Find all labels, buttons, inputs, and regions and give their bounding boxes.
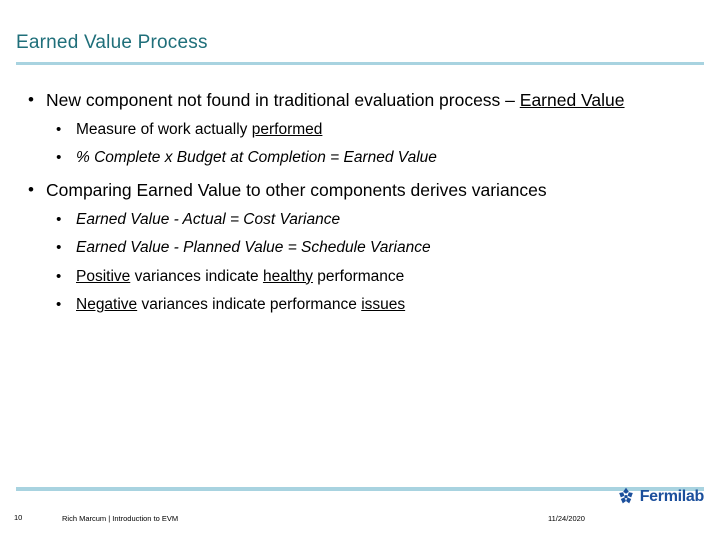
- sub-bullet-text: Earned Value - Actual = Cost Variance: [76, 210, 341, 228]
- bullet-level2: Negative variances indicate performance …: [16, 294, 704, 316]
- sub-bullet-text: Measure of work actually: [76, 120, 252, 138]
- bullet-level1: New component not found in traditional e…: [16, 88, 704, 113]
- fermilab-logo: Fermilab: [616, 487, 704, 507]
- bullet-text-underlined: Earned Value: [519, 90, 625, 110]
- bullet-list: New component not found in traditional e…: [16, 88, 704, 317]
- bullet-level2: Positive variances indicate healthy perf…: [16, 266, 704, 288]
- sub-bullet-text-underlined: Positive: [76, 267, 131, 285]
- fermilab-mark-icon: [616, 487, 636, 507]
- sub-bullet-text-underlined-2: issues: [361, 296, 406, 314]
- slide-number: 10: [14, 513, 23, 522]
- bullet-text: Comparing Earned Value to other componen…: [46, 179, 547, 200]
- sub-bullet-text-tail: performance: [312, 267, 405, 285]
- sub-bullet-text-underlined: Negative: [76, 296, 138, 314]
- bullet-level2: Earned Value - Planned Value = Schedule …: [16, 237, 704, 259]
- footer-date: 11/24/2020: [548, 514, 585, 523]
- bullet-text: New component not found in traditional e…: [46, 90, 520, 110]
- title-divider: [16, 62, 704, 65]
- sub-bullet-list: Earned Value - Actual = Cost Variance Ea…: [16, 209, 704, 317]
- fermilab-logo-text: Fermilab: [639, 488, 705, 505]
- bullet-level1: Comparing Earned Value to other componen…: [16, 178, 704, 203]
- bullet-level2: Earned Value - Actual = Cost Variance: [16, 209, 704, 231]
- slide: Earned Value Process New component not f…: [0, 0, 720, 540]
- sub-bullet-text-underlined-2: healthy: [262, 267, 313, 285]
- sub-bullet-text: variances indicate performance: [137, 296, 362, 314]
- slide-body: New component not found in traditional e…: [16, 80, 704, 323]
- footer-divider: [16, 487, 704, 491]
- sub-bullet-text: Earned Value - Planned Value = Schedule …: [76, 239, 431, 257]
- sub-bullet-list: Measure of work actually performed % Com…: [16, 119, 704, 170]
- sub-bullet-text: variances indicate: [130, 267, 263, 285]
- page-title: Earned Value Process: [16, 32, 208, 53]
- bullet-level2: % Complete x Budget at Completion = Earn…: [16, 147, 704, 169]
- bullet-level2: Measure of work actually performed: [16, 119, 704, 141]
- sub-bullet-text: % Complete x Budget at Completion = Earn…: [76, 149, 437, 167]
- sub-bullet-text-underlined: performed: [251, 120, 323, 138]
- footer-center-text: Rich Marcum | Introduction to EVM: [62, 514, 179, 523]
